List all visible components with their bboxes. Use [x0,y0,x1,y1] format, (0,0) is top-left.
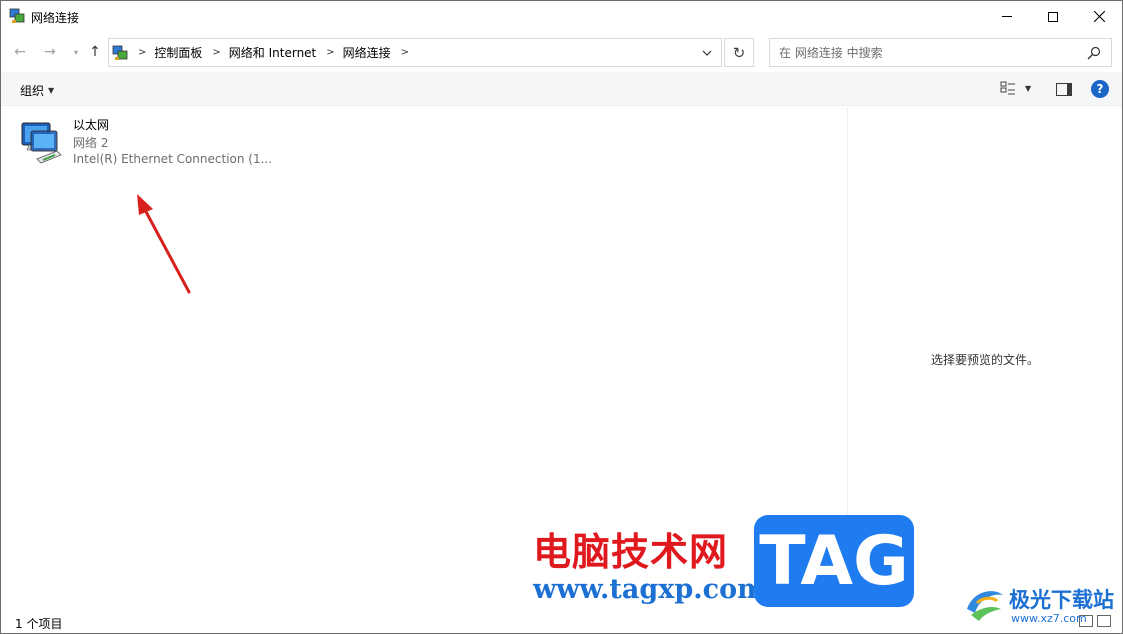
command-bar: 组织 ▼ ▼ ? [1,72,1122,106]
up-arrow-icon: ↑ [89,44,101,60]
watermark-site-url: www.tagxp.com [533,574,766,605]
close-button[interactable] [1076,1,1122,32]
breadcrumb-separator-icon[interactable]: > [401,47,409,58]
minimize-icon [1002,16,1012,17]
back-arrow-icon: ← [14,44,26,60]
search-box[interactable] [769,38,1112,67]
address-bar[interactable]: > 控制面板 > 网络和 Internet > 网络连接 > [108,38,722,67]
recent-locations-button[interactable]: ▾ [67,43,85,61]
organize-label: 组织 [20,84,45,98]
change-view-icon[interactable] [1000,81,1016,97]
control-panel-icon [112,45,128,60]
aurora-logo-icon [967,591,1003,621]
maximize-button[interactable] [1030,1,1076,32]
watermark-tag-logo: TAG [754,515,914,607]
refresh-button[interactable]: ↻ [724,38,754,67]
breadcrumb-separator-icon[interactable]: > [138,47,146,58]
chevron-down-icon: ▾ [73,47,78,57]
close-icon [1093,11,1105,22]
watermark-site-name: 电脑技术网 [533,530,729,574]
watermark-logo-url: www.xz7.com [1011,612,1087,625]
breadcrumb-separator-icon[interactable]: > [212,47,220,58]
list-item-ethernet[interactable]: 以太网 网络 2 Intel(R) Ethernet Connection (1… [15,115,275,175]
status-bar: 1 个项目 [1,611,1122,633]
forward-arrow-icon: → [44,44,56,60]
network-connections-icon [9,8,25,23]
forward-button[interactable]: → [41,43,59,61]
explorer-window: 网络连接 ← → ▾ ↑ > 控制面板 > 网络和 Internet > 网络连… [0,0,1123,634]
search-input[interactable] [779,45,1079,60]
breadcrumb-separator-icon[interactable]: > [326,47,334,58]
item-adapter: Intel(R) Ethernet Connection (1... [73,152,273,166]
large-icons-view-icon[interactable] [1097,615,1111,627]
organize-menu-button[interactable]: 组织 ▼ [20,82,54,99]
breadcrumb-control-panel[interactable]: 控制面板 [154,44,202,61]
caret-down-icon: ▼ [48,86,55,95]
preview-empty-text: 选择要预览的文件。 [930,353,1039,367]
maximize-icon [1048,11,1058,22]
minimize-button[interactable] [984,1,1030,32]
item-network: 网络 2 [73,136,109,150]
refresh-icon: ↻ [732,43,746,62]
network-adapter-icon [21,122,62,164]
item-count: 1 个项目 [15,617,63,631]
preview-pane-toggle-button[interactable] [1056,83,1072,96]
chevron-down-icon[interactable] [701,47,713,59]
title-bar: 网络连接 [1,1,1122,32]
back-button[interactable]: ← [11,43,29,61]
window-title: 网络连接 [31,11,80,25]
help-button[interactable]: ? [1091,80,1109,98]
search-icon[interactable] [1087,46,1101,60]
navigation-row: ← → ▾ ↑ > 控制面板 > 网络和 Internet > 网络连接 > ↻ [1,35,1122,69]
watermark-logo-name: 极光下载站 [1009,588,1114,612]
up-button[interactable]: ↑ [86,43,104,61]
view-options-caret-icon[interactable]: ▼ [1025,84,1031,93]
annotation-arrow [137,194,191,294]
breadcrumb-network-internet[interactable]: 网络和 Internet [229,44,316,61]
item-name: 以太网 [73,118,110,132]
breadcrumb-network-connections[interactable]: 网络连接 [343,44,391,61]
